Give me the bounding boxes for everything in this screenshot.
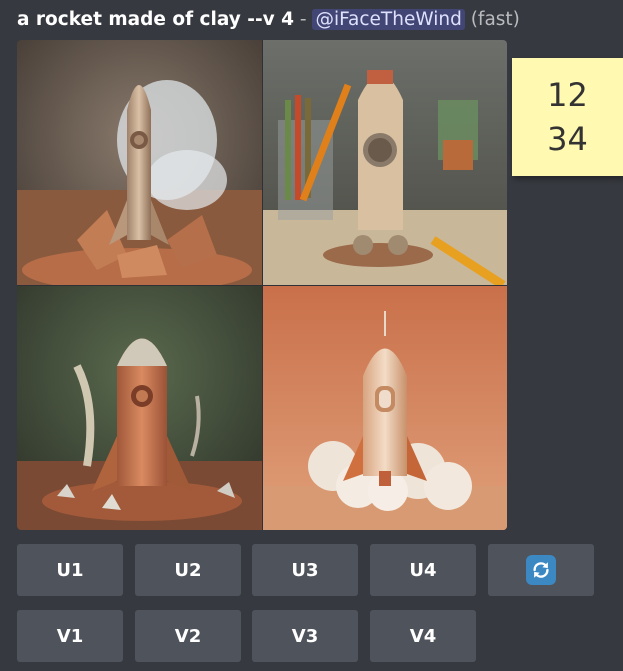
u1-button[interactable]: U1 <box>17 544 123 596</box>
prompt-text: a rocket made of clay --v 4 <box>17 9 295 30</box>
image-tile-2[interactable] <box>263 40 507 285</box>
u2-button[interactable]: U2 <box>135 544 241 596</box>
rocket-image-2 <box>263 40 507 285</box>
reroll-button[interactable] <box>488 544 594 596</box>
u3-button[interactable]: U3 <box>252 544 358 596</box>
v2-button[interactable]: V2 <box>135 610 241 662</box>
rocket-image-3 <box>17 286 262 530</box>
v4-button[interactable]: V4 <box>370 610 476 662</box>
image-grid[interactable] <box>17 40 507 530</box>
image-tile-1[interactable] <box>17 40 262 285</box>
u4-button[interactable]: U4 <box>370 544 476 596</box>
v3-button[interactable]: V3 <box>252 610 358 662</box>
separator: - <box>294 9 313 30</box>
user-mention[interactable]: @iFaceTheWind <box>312 9 465 30</box>
sticky-note-line-2: 34 <box>547 120 588 158</box>
message-header: a rocket made of clay --v 4 - @iFaceTheW… <box>17 6 617 34</box>
image-tile-4[interactable] <box>263 286 507 530</box>
sticky-note: 12 34 <box>512 58 623 176</box>
speed-label: (fast) <box>470 9 520 30</box>
image-tile-3[interactable] <box>17 286 262 530</box>
refresh-icon <box>526 555 556 585</box>
sticky-note-line-1: 12 <box>547 76 588 114</box>
rocket-image-4 <box>263 286 507 530</box>
v1-button[interactable]: V1 <box>17 610 123 662</box>
rocket-image-1 <box>17 40 262 285</box>
